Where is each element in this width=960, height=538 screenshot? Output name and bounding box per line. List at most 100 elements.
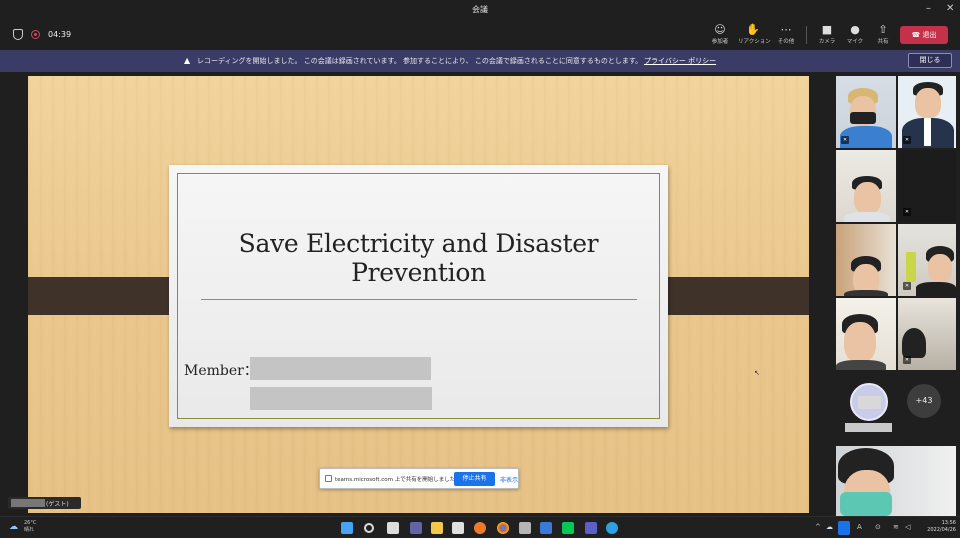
share-screen-icon bbox=[325, 475, 332, 482]
file-explorer-icon[interactable] bbox=[431, 522, 443, 534]
participant-video-2[interactable]: ✕ bbox=[898, 76, 956, 148]
more-participants-button[interactable]: +43 bbox=[907, 384, 941, 418]
participants-label: 参加者 bbox=[711, 39, 729, 45]
share-icon: ⇧ bbox=[878, 23, 888, 36]
camera-button[interactable]: ■ カメラ bbox=[812, 23, 842, 45]
redacted-self-name bbox=[11, 499, 45, 507]
mic-button[interactable]: ● マイク bbox=[840, 23, 870, 45]
mic-label: マイク bbox=[846, 39, 864, 45]
share-status-text: teams.microsoft.com 上で共有を開始しました bbox=[335, 477, 456, 483]
reactions-label: リアクション bbox=[738, 39, 771, 45]
weather-icon[interactable]: ☁ bbox=[9, 522, 18, 532]
slide-divider bbox=[201, 299, 637, 300]
background-object bbox=[906, 252, 916, 282]
task-view-icon[interactable] bbox=[387, 522, 399, 534]
share-button[interactable]: ⇧ 共有 bbox=[868, 23, 898, 45]
privacy-policy-link[interactable]: プライバシー ポリシー bbox=[644, 56, 716, 66]
line-icon[interactable] bbox=[562, 522, 574, 534]
language-icon[interactable]: A bbox=[857, 523, 862, 531]
weather-temp: 26°C bbox=[24, 520, 37, 526]
self-view-label: (ゲスト) bbox=[8, 497, 81, 509]
clock[interactable]: 13:56 2022/04/26 bbox=[920, 520, 956, 534]
close-window-button[interactable]: ✕ bbox=[946, 3, 954, 15]
recording-icon bbox=[31, 30, 40, 39]
redacted-member-2 bbox=[250, 387, 432, 410]
phone-icon: ☎ bbox=[911, 31, 923, 39]
teams-mic-icon[interactable] bbox=[838, 521, 850, 535]
muted-mic-icon: ✕ bbox=[903, 356, 911, 364]
reactions-button[interactable]: ✋ リアクション bbox=[738, 23, 771, 45]
wifi-icon[interactable]: ≋ bbox=[893, 523, 899, 531]
participant-video-8[interactable]: ✕ bbox=[898, 298, 956, 370]
face-mask bbox=[850, 112, 876, 124]
app-icon[interactable] bbox=[519, 522, 531, 534]
mouse-cursor-icon: ↖ bbox=[754, 369, 760, 377]
weather-widget[interactable]: 26°C 晴れ bbox=[24, 520, 36, 534]
store-icon[interactable] bbox=[452, 522, 464, 534]
leave-button[interactable]: ☎ 退出 bbox=[900, 26, 948, 44]
redacted-member-1 bbox=[250, 357, 431, 380]
edge-icon[interactable] bbox=[606, 522, 618, 534]
mic-icon: ● bbox=[850, 23, 860, 36]
tray-chevron-icon[interactable]: ^ bbox=[815, 523, 821, 531]
camera-tray-icon[interactable]: ⊙ bbox=[875, 523, 881, 531]
banner-close-button[interactable]: 閉じる bbox=[908, 53, 952, 68]
window-title: 会議 bbox=[472, 5, 488, 14]
photos-icon[interactable] bbox=[540, 522, 552, 534]
teams-meeting-window: 会議 – ✕ 04:39 ☺ 参加者 ✋ リアクション ⋯ その他 ■ カメラ … bbox=[0, 0, 960, 538]
recording-banner: ▲ レコーディングを開始しました。 この会議は録画されています。 参加することに… bbox=[0, 50, 960, 72]
participant-video-5[interactable] bbox=[836, 224, 896, 296]
weather-condition: 晴れ bbox=[24, 527, 35, 533]
windows-taskbar: ☁ 26°C 晴れ ^ ☁ A ⊙ ≋ ◁ 13:56 2022/04/26 bbox=[0, 516, 960, 538]
participant-video-7[interactable] bbox=[836, 298, 896, 370]
shield-icon[interactable] bbox=[13, 29, 23, 40]
hide-share-bar-button[interactable]: 非表示 bbox=[500, 475, 518, 484]
slide-frame bbox=[177, 173, 660, 419]
participant-video-9[interactable] bbox=[836, 446, 956, 516]
search-icon[interactable] bbox=[364, 523, 374, 533]
muted-mic-icon: ✕ bbox=[841, 136, 849, 144]
meeting-timer: 04:39 bbox=[48, 30, 72, 39]
title-bar: 会議 – ✕ bbox=[0, 0, 960, 20]
participant-video-1[interactable]: ✕ bbox=[836, 76, 896, 148]
leave-label: 退出 bbox=[922, 31, 937, 39]
teams-icon[interactable] bbox=[585, 522, 597, 534]
onedrive-icon[interactable]: ☁ bbox=[826, 523, 833, 531]
camera-icon: ■ bbox=[821, 23, 833, 36]
participants-button[interactable]: ☺ 参加者 bbox=[705, 23, 735, 45]
guest-suffix: (ゲスト) bbox=[46, 501, 69, 508]
more-label: その他 bbox=[777, 39, 795, 45]
face-mask bbox=[840, 492, 892, 516]
muted-mic-icon: ✕ bbox=[903, 136, 911, 144]
clock-date: 2022/04/26 bbox=[927, 527, 956, 533]
slide-band-right bbox=[652, 277, 809, 315]
redacted-initials bbox=[858, 396, 881, 409]
participant-video-3[interactable] bbox=[836, 150, 896, 222]
minimize-button[interactable]: – bbox=[926, 3, 931, 15]
participant-video-4[interactable]: ✕ bbox=[898, 150, 956, 222]
screen-share-bar: teams.microsoft.com 上で共有を開始しました 停止共有 非表示 bbox=[319, 468, 519, 489]
slide-band-left bbox=[28, 277, 186, 315]
muted-mic-icon: ✕ bbox=[903, 208, 911, 216]
volume-icon[interactable]: ◁ bbox=[905, 523, 910, 531]
more-button[interactable]: ⋯ その他 bbox=[771, 23, 801, 45]
stop-sharing-button[interactable]: 停止共有 bbox=[454, 472, 495, 486]
redacted-participant-name bbox=[845, 423, 892, 432]
camera-label: カメラ bbox=[818, 39, 836, 45]
start-icon[interactable] bbox=[341, 522, 353, 534]
recording-message: レコーディングを開始しました。 この会議は録画されています。 参加することにより… bbox=[197, 57, 643, 65]
participant-video-6[interactable]: ✕ bbox=[898, 224, 956, 296]
meeting-toolbar: 04:39 ☺ 参加者 ✋ リアクション ⋯ その他 ■ カメラ ● マイク ⇧… bbox=[0, 20, 960, 50]
firefox-icon[interactable] bbox=[474, 522, 486, 534]
toolbar-divider bbox=[806, 26, 807, 44]
warning-icon: ▲ bbox=[184, 56, 191, 65]
member-label: Member： bbox=[184, 363, 258, 379]
more-icon: ⋯ bbox=[780, 23, 792, 36]
participant-avatar[interactable] bbox=[850, 383, 888, 421]
shirt bbox=[924, 118, 931, 146]
participants-icon: ☺ bbox=[714, 23, 726, 36]
share-label: 共有 bbox=[877, 39, 889, 45]
chat-icon[interactable] bbox=[410, 522, 422, 534]
chrome-icon[interactable] bbox=[497, 522, 509, 534]
muted-mic-icon: ✕ bbox=[903, 282, 911, 290]
